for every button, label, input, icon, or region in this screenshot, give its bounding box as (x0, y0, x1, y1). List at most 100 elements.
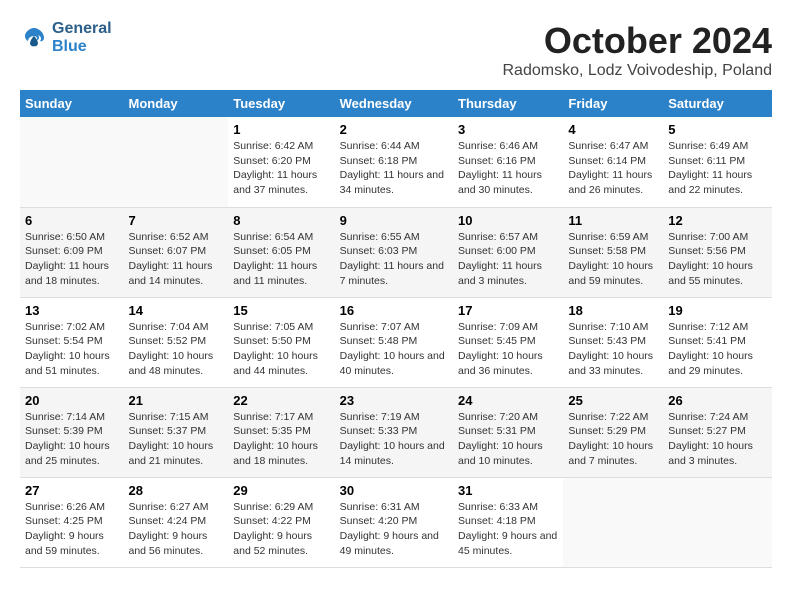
calendar-cell: 15Sunrise: 7:05 AM Sunset: 5:50 PM Dayli… (228, 297, 334, 387)
calendar-cell: 4 Sunrise: 6:47 AM Sunset: 6:14 PM Daylig… (563, 117, 663, 207)
calendar-week-3: 13 Sunrise: 7:02 AM Sunset: 5:54 PM Dayli… (20, 297, 772, 387)
logo: General Blue (20, 20, 112, 55)
day-info: Sunrise: 6:52 AM Sunset: 6:07 PM Dayligh… (128, 230, 223, 289)
day-number: 6 (25, 213, 118, 228)
day-info: Sunrise: 6:31 AM Sunset: 4:20 PM Dayligh… (340, 500, 448, 559)
day-number: 9 (340, 213, 448, 228)
day-number: 17 (458, 303, 558, 318)
day-number: 28 (128, 483, 223, 498)
day-info: Sunrise: 7:05 AM Sunset: 5:50 PM Dayligh… (233, 320, 329, 379)
calendar-cell: 19Sunrise: 7:12 AM Sunset: 5:41 PM Dayli… (663, 297, 772, 387)
day-number: 27 (25, 483, 118, 498)
logo-general-text: General (52, 20, 112, 38)
calendar-cell: 10 Sunrise: 6:57 AM Sunset: 6:00 PM Dayli… (453, 207, 563, 297)
day-info: Sunrise: 6:47 AM Sunset: 6:14 PM Dayligh… (568, 139, 658, 198)
day-info: Sunrise: 6:27 AM Sunset: 4:24 PM Dayligh… (128, 500, 223, 559)
day-number: 18 (568, 303, 658, 318)
calendar-cell (563, 477, 663, 567)
calendar-cell (663, 477, 772, 567)
calendar-cell: 28 Sunrise: 6:27 AM Sunset: 4:24 PM Dayli… (123, 477, 228, 567)
calendar-cell: 14 Sunrise: 7:04 AM Sunset: 5:52 PM Dayli… (123, 297, 228, 387)
header-tuesday: Tuesday (228, 90, 334, 117)
day-number: 29 (233, 483, 329, 498)
logo-text: General Blue (52, 20, 112, 55)
page-header: General Blue October 2024 Radomsko, Lodz… (20, 20, 772, 80)
calendar-cell: 21Sunrise: 7:15 AM Sunset: 5:37 PM Dayli… (123, 387, 228, 477)
day-info: Sunrise: 7:09 AM Sunset: 5:45 PM Dayligh… (458, 320, 558, 379)
day-info: Sunrise: 7:04 AM Sunset: 5:52 PM Dayligh… (128, 320, 223, 379)
calendar-cell: 11Sunrise: 6:59 AM Sunset: 5:58 PM Dayli… (563, 207, 663, 297)
day-info: Sunrise: 6:42 AM Sunset: 6:20 PM Dayligh… (233, 139, 329, 198)
calendar-cell (20, 117, 123, 207)
day-info: Sunrise: 7:15 AM Sunset: 5:37 PM Dayligh… (128, 410, 223, 469)
calendar-cell: 20 Sunrise: 7:14 AM Sunset: 5:39 PM Dayli… (20, 387, 123, 477)
day-info: Sunrise: 7:22 AM Sunset: 5:29 PM Dayligh… (568, 410, 658, 469)
calendar-cell: 23Sunrise: 7:19 AM Sunset: 5:33 PM Dayli… (335, 387, 453, 477)
calendar-cell: 30 Sunrise: 6:31 AM Sunset: 4:20 PM Dayli… (335, 477, 453, 567)
day-number: 31 (458, 483, 558, 498)
day-number: 12 (668, 213, 767, 228)
day-number: 19 (668, 303, 767, 318)
title-section: October 2024 Radomsko, Lodz Voivodeship,… (502, 20, 772, 80)
day-number: 11 (568, 213, 658, 228)
calendar-cell: 17 Sunrise: 7:09 AM Sunset: 5:45 PM Dayli… (453, 297, 563, 387)
day-number: 16 (340, 303, 448, 318)
day-number: 7 (128, 213, 223, 228)
header-wednesday: Wednesday (335, 90, 453, 117)
logo-icon (20, 24, 48, 52)
calendar-cell: 22Sunrise: 7:17 AM Sunset: 5:35 PM Dayli… (228, 387, 334, 477)
calendar-cell: 7 Sunrise: 6:52 AM Sunset: 6:07 PM Daylig… (123, 207, 228, 297)
day-info: Sunrise: 7:10 AM Sunset: 5:43 PM Dayligh… (568, 320, 658, 379)
day-number: 23 (340, 393, 448, 408)
calendar-cell: 16 Sunrise: 7:07 AM Sunset: 5:48 PM Dayli… (335, 297, 453, 387)
day-info: Sunrise: 6:55 AM Sunset: 6:03 PM Dayligh… (340, 230, 448, 289)
location-title: Radomsko, Lodz Voivodeship, Poland (502, 62, 772, 80)
header-thursday: Thursday (453, 90, 563, 117)
calendar-cell: 24Sunrise: 7:20 AM Sunset: 5:31 PM Dayli… (453, 387, 563, 477)
calendar-cell: 3Sunrise: 6:46 AM Sunset: 6:16 PM Daylig… (453, 117, 563, 207)
calendar-week-4: 20 Sunrise: 7:14 AM Sunset: 5:39 PM Dayli… (20, 387, 772, 477)
day-number: 14 (128, 303, 223, 318)
day-number: 24 (458, 393, 558, 408)
day-number: 20 (25, 393, 118, 408)
calendar-cell: 12 Sunrise: 7:00 AM Sunset: 5:56 PM Dayli… (663, 207, 772, 297)
day-info: Sunrise: 7:07 AM Sunset: 5:48 PM Dayligh… (340, 320, 448, 379)
day-number: 5 (668, 122, 767, 137)
header-saturday: Saturday (663, 90, 772, 117)
calendar-cell: 29Sunrise: 6:29 AM Sunset: 4:22 PM Dayli… (228, 477, 334, 567)
day-number: 2 (340, 122, 448, 137)
calendar-cell: 26Sunrise: 7:24 AM Sunset: 5:27 PM Dayli… (663, 387, 772, 477)
day-info: Sunrise: 7:00 AM Sunset: 5:56 PM Dayligh… (668, 230, 767, 289)
calendar-week-5: 27Sunrise: 6:26 AM Sunset: 4:25 PM Dayli… (20, 477, 772, 567)
day-number: 4 (568, 122, 658, 137)
header-friday: Friday (563, 90, 663, 117)
day-number: 8 (233, 213, 329, 228)
day-info: Sunrise: 6:57 AM Sunset: 6:00 PM Dayligh… (458, 230, 558, 289)
day-number: 10 (458, 213, 558, 228)
day-number: 30 (340, 483, 448, 498)
calendar-cell (123, 117, 228, 207)
day-info: Sunrise: 7:14 AM Sunset: 5:39 PM Dayligh… (25, 410, 118, 469)
calendar-cell: 6 Sunrise: 6:50 AM Sunset: 6:09 PM Daylig… (20, 207, 123, 297)
logo-blue-text: Blue (52, 38, 112, 56)
day-info: Sunrise: 7:02 AM Sunset: 5:54 PM Dayligh… (25, 320, 118, 379)
calendar-cell: 27Sunrise: 6:26 AM Sunset: 4:25 PM Dayli… (20, 477, 123, 567)
day-info: Sunrise: 6:44 AM Sunset: 6:18 PM Dayligh… (340, 139, 448, 198)
calendar-table: Sunday Monday Tuesday Wednesday Thursday… (20, 90, 772, 568)
day-number: 13 (25, 303, 118, 318)
calendar-cell: 25 Sunrise: 7:22 AM Sunset: 5:29 PM Dayli… (563, 387, 663, 477)
calendar-week-1: 1 Sunrise: 6:42 AM Sunset: 6:20 PM Daylig… (20, 117, 772, 207)
day-info: Sunrise: 6:50 AM Sunset: 6:09 PM Dayligh… (25, 230, 118, 289)
day-info: Sunrise: 6:54 AM Sunset: 6:05 PM Dayligh… (233, 230, 329, 289)
day-info: Sunrise: 6:49 AM Sunset: 6:11 PM Dayligh… (668, 139, 767, 198)
day-info: Sunrise: 6:33 AM Sunset: 4:18 PM Dayligh… (458, 500, 558, 559)
day-number: 22 (233, 393, 329, 408)
header-monday: Monday (123, 90, 228, 117)
calendar-cell: 13 Sunrise: 7:02 AM Sunset: 5:54 PM Dayli… (20, 297, 123, 387)
day-number: 1 (233, 122, 329, 137)
calendar-cell: 18 Sunrise: 7:10 AM Sunset: 5:43 PM Dayli… (563, 297, 663, 387)
calendar-cell: 8 Sunrise: 6:54 AM Sunset: 6:05 PM Daylig… (228, 207, 334, 297)
day-number: 25 (568, 393, 658, 408)
day-number: 3 (458, 122, 558, 137)
calendar-cell: 5 Sunrise: 6:49 AM Sunset: 6:11 PM Daylig… (663, 117, 772, 207)
